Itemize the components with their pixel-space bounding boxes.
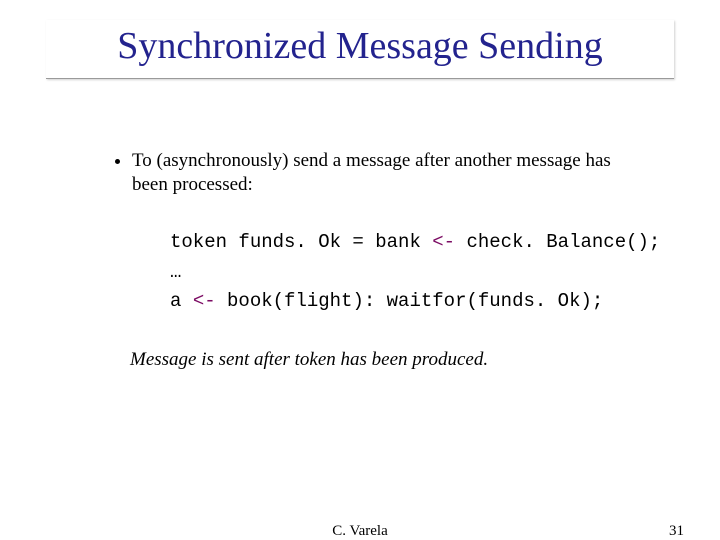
code-line-3b: book(flight): waitfor(funds. Ok);	[216, 290, 615, 312]
bullet-item: To (asynchronously) send a message after…	[132, 149, 650, 197]
code-line-3a: a	[170, 290, 193, 312]
footer-page-number: 31	[669, 523, 684, 540]
code-line-1a: token funds. Ok = bank	[170, 231, 432, 253]
code-block: token funds. Ok = bank <- check. Balance…	[170, 228, 650, 316]
footer-author: C. Varela	[0, 523, 720, 540]
note-text: Message is sent after token has been pro…	[130, 349, 650, 371]
code-line-1b: check. Balance();	[455, 231, 672, 253]
bullet-list: To (asynchronously) send a message after…	[110, 149, 650, 197]
arrow-icon: <-	[432, 231, 455, 253]
arrow-icon: <-	[193, 290, 216, 312]
code-line-2: …	[170, 261, 181, 283]
slide-body: To (asynchronously) send a message after…	[110, 149, 650, 371]
page-title: Synchronized Message Sending	[46, 26, 674, 68]
title-container: Synchronized Message Sending	[46, 20, 674, 79]
